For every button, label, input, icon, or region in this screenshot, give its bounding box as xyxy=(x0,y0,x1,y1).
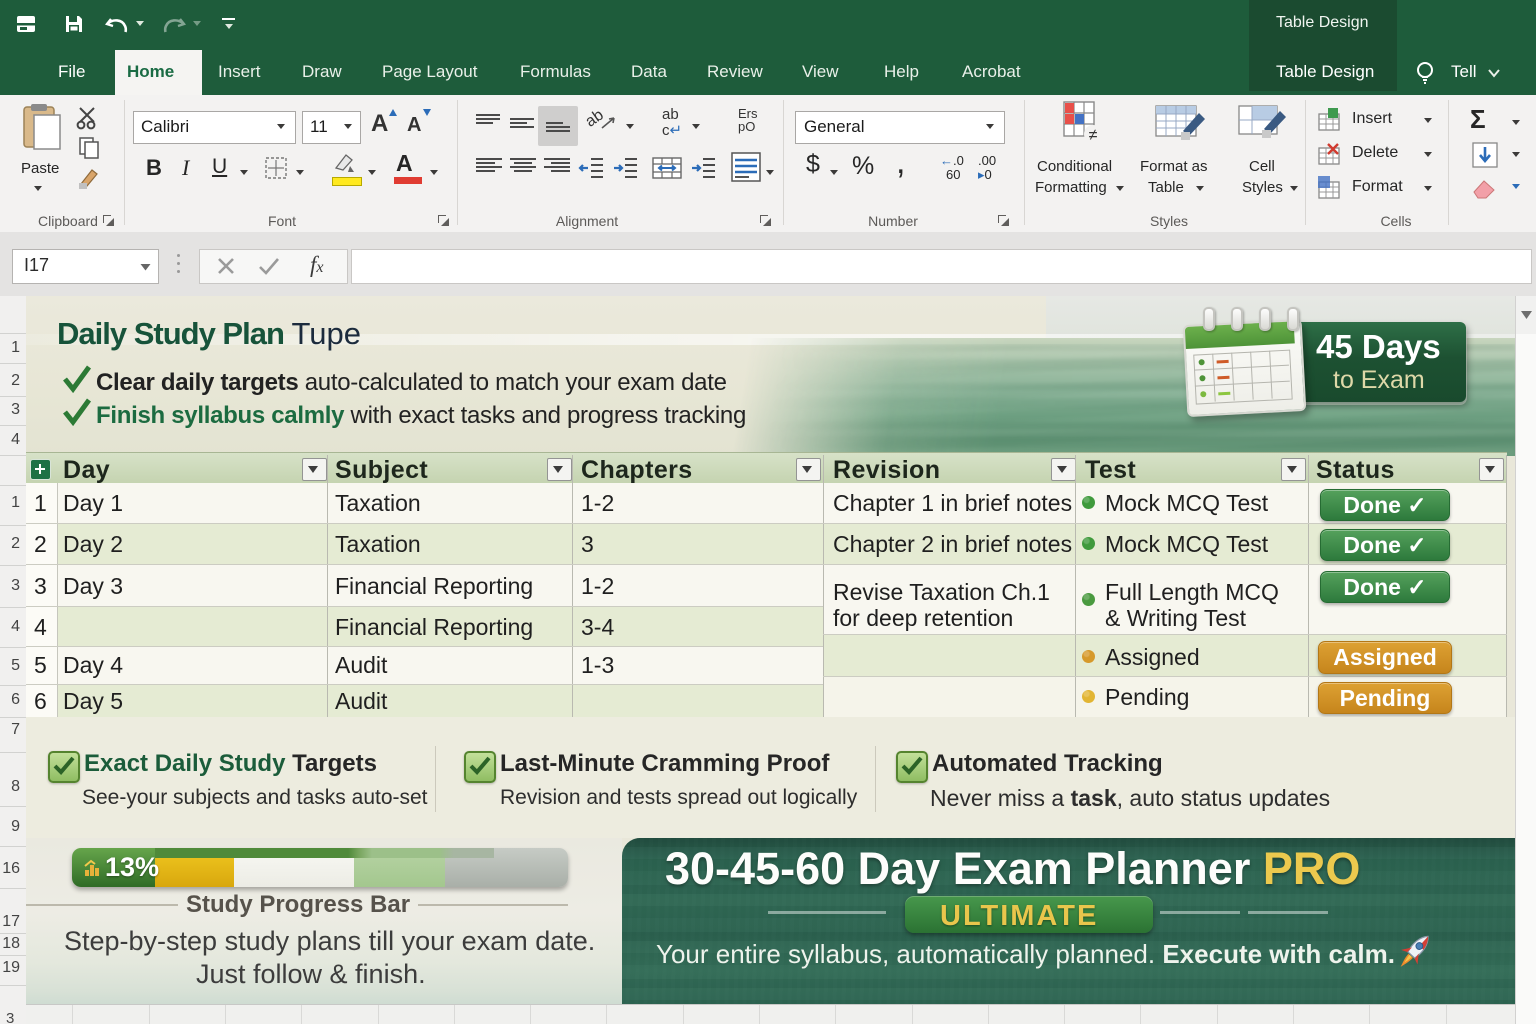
svg-text:≠: ≠ xyxy=(1089,127,1098,144)
